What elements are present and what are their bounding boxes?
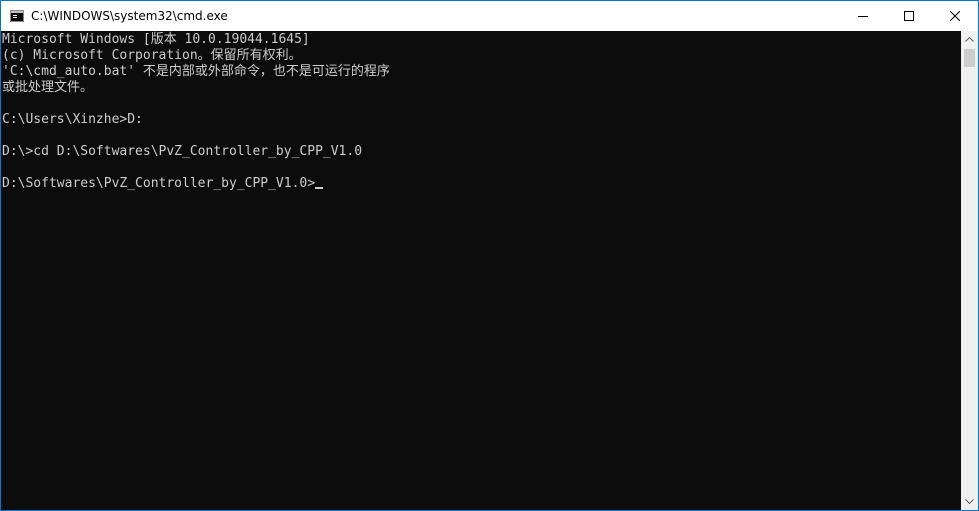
cmd-console-icon[interactable] <box>10 10 24 22</box>
console-line: Microsoft Windows [版本 10.0.19044.1645] <box>2 32 310 47</box>
scroll-down-arrow-icon <box>965 499 974 504</box>
cmd-window: C:\WINDOWS\system32\cmd.exe Microsoft Wi… <box>0 0 979 511</box>
scroll-thumb[interactable] <box>964 49 975 67</box>
minimize-icon <box>858 16 868 17</box>
console-line: (c) Microsoft Corporation。保留所有权利。 <box>2 48 302 63</box>
close-button[interactable] <box>932 1 978 31</box>
command-prompt[interactable]: D:\Softwares\PvZ_Controller_by_CPP_V1.0> <box>2 176 961 192</box>
prompt-text: D:\Softwares\PvZ_Controller_by_CPP_V1.0> <box>2 176 316 191</box>
window-controls <box>840 1 978 31</box>
console-line: D:\>cd D:\Softwares\PvZ_Controller_by_CP… <box>2 144 363 159</box>
console-output[interactable]: Microsoft Windows [版本 10.0.19044.1645] (… <box>1 31 961 510</box>
maximize-icon <box>904 11 914 21</box>
window-title: C:\WINDOWS\system32\cmd.exe <box>31 9 228 23</box>
scroll-down-button[interactable] <box>961 493 978 510</box>
console-line: 或批处理文件。 <box>2 80 94 95</box>
vertical-scrollbar[interactable] <box>961 31 978 510</box>
scroll-up-arrow-icon <box>965 37 974 42</box>
console-line: 'C:\cmd_auto.bat' 不是内部或外部命令，也不是可运行的程序 <box>2 64 390 79</box>
maximize-button[interactable] <box>886 1 932 31</box>
close-icon <box>950 11 960 21</box>
title-bar[interactable]: C:\WINDOWS\system32\cmd.exe <box>1 1 978 31</box>
console-line: C:\Users\Xinzhe>D: <box>2 112 143 127</box>
scroll-up-button[interactable] <box>961 31 978 48</box>
minimize-button[interactable] <box>840 1 886 31</box>
text-cursor <box>315 187 324 189</box>
